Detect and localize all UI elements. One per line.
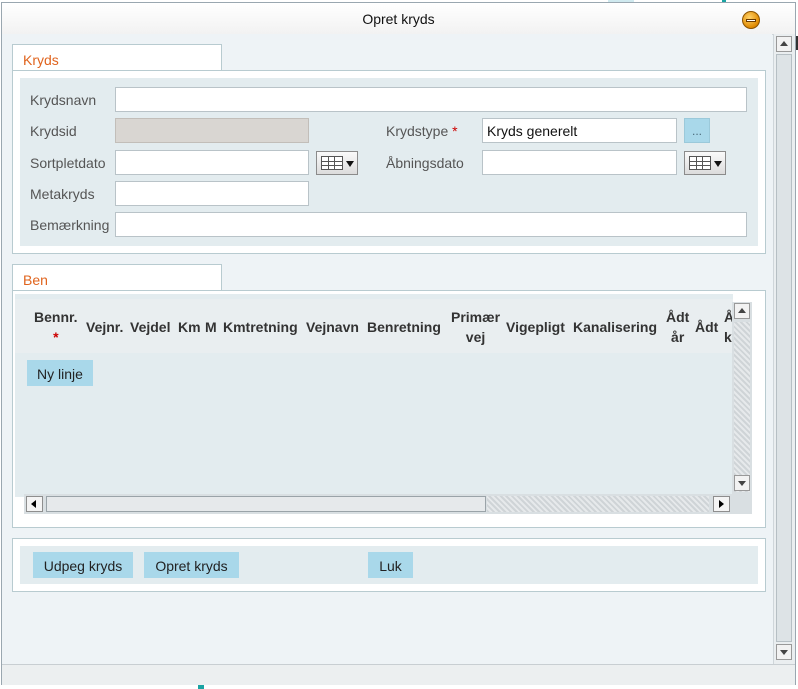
- krydstype-picker-button[interactable]: ...: [684, 118, 710, 143]
- grid-horizontal-thumb[interactable]: [46, 496, 486, 512]
- close-icon[interactable]: [742, 11, 760, 29]
- arrow-left-icon: [31, 500, 36, 508]
- bemaerkning-label: Bemærkning: [30, 217, 110, 233]
- column-header-adt[interactable]: Ådt: [695, 317, 718, 337]
- luk-button[interactable]: Luk: [368, 552, 413, 578]
- column-header-primaer-vej[interactable]: Primær vej: [451, 307, 500, 347]
- column-header-kanalisering[interactable]: Kanalisering: [573, 317, 657, 337]
- arrow-down-icon: [738, 481, 746, 486]
- calendar-icon: [321, 156, 343, 170]
- krydsid-label: Krydsid: [30, 123, 77, 139]
- dialog-vertical-scrollbar[interactable]: [773, 34, 795, 664]
- grid-scroll-track[interactable]: [734, 322, 750, 492]
- column-header-primaer-vej-line2: vej: [465, 329, 486, 345]
- krydstype-input[interactable]: [482, 118, 677, 143]
- column-header-vejnr[interactable]: Vejnr.: [86, 317, 123, 337]
- metakryds-label: Metakryds: [30, 186, 95, 202]
- grid-scroll-up-button[interactable]: [734, 303, 750, 319]
- scroll-down-button[interactable]: [776, 644, 792, 660]
- column-header-primaer-vej-line1: Primær: [451, 309, 501, 325]
- tab-kryds: Kryds: [12, 44, 222, 71]
- bemaerkning-input[interactable]: [115, 212, 747, 237]
- map-background-line: [198, 685, 204, 689]
- aabningsdato-calendar-button[interactable]: [684, 151, 726, 175]
- sortpletdato-calendar-button[interactable]: [316, 151, 358, 175]
- krydstype-label-text: Krydstype: [386, 123, 449, 139]
- tab-ben: Ben: [12, 264, 222, 291]
- sortpletdato-label: Sortpletdato: [30, 155, 106, 171]
- column-header-adt-aar-line1: Ådt: [666, 309, 690, 325]
- required-marker: *: [452, 123, 458, 139]
- sortpletdato-input[interactable]: [115, 150, 309, 175]
- column-header-bennr[interactable]: Bennr. *: [34, 307, 78, 347]
- column-header-partial-line2: k: [724, 329, 732, 345]
- arrow-right-icon: [719, 500, 724, 508]
- column-header-kmtretning[interactable]: Kmtretning: [223, 317, 298, 337]
- grid-scroll-right-button[interactable]: [713, 496, 730, 512]
- dialog-window: Opret kryds Kryds Krydsnavn Krydsid Kryd…: [1, 2, 796, 685]
- grid-horizontal-scrollbar[interactable]: [24, 494, 734, 514]
- status-bar: [2, 664, 795, 685]
- krydsid-input: [115, 118, 309, 143]
- calendar-icon: [689, 156, 711, 170]
- column-header-km[interactable]: Km: [178, 317, 201, 337]
- aabningsdato-input[interactable]: [482, 150, 677, 175]
- grid-vertical-scrollbar[interactable]: [732, 302, 752, 514]
- dropdown-arrow-icon: [714, 161, 722, 167]
- column-header-benretning[interactable]: Benretning: [367, 317, 441, 337]
- arrow-up-icon: [738, 308, 746, 313]
- arrow-up-icon: [780, 41, 788, 46]
- column-header-partial-line1: Å: [724, 309, 732, 325]
- udpeg-kryds-button[interactable]: Udpeg kryds: [33, 552, 133, 578]
- grid-scroll-left-button[interactable]: [26, 496, 43, 512]
- krydsnavn-input[interactable]: [115, 87, 747, 112]
- column-header-vigepligt[interactable]: Vigepligt: [506, 317, 565, 337]
- arrow-down-icon: [780, 650, 788, 655]
- dialog-content: Kryds Krydsnavn Krydsid Krydstype * ... …: [2, 34, 772, 664]
- grid-horizontal-track[interactable]: [487, 496, 709, 512]
- tab-kryds-label: Kryds: [23, 52, 59, 68]
- krydstype-label: Krydstype *: [386, 123, 458, 139]
- tab-ben-label: Ben: [23, 272, 48, 288]
- scroll-thumb[interactable]: [776, 54, 792, 642]
- dropdown-arrow-icon: [346, 161, 354, 167]
- aabningsdato-label: Åbningsdato: [386, 155, 464, 171]
- column-header-adt-aar-line2: år: [671, 329, 685, 345]
- scroll-up-button[interactable]: [776, 36, 792, 52]
- column-header-partial[interactable]: Å k: [724, 307, 732, 347]
- dialog-title: Opret kryds: [362, 11, 435, 27]
- grid-scroll-down-button[interactable]: [734, 475, 750, 491]
- new-line-button[interactable]: Ny linje: [27, 360, 93, 386]
- opret-kryds-button[interactable]: Opret kryds: [144, 552, 239, 578]
- column-header-vejdel[interactable]: Vejdel: [130, 317, 170, 337]
- krydsnavn-label: Krydsnavn: [30, 92, 97, 108]
- column-header-bennr-text: Bennr.: [34, 309, 78, 325]
- column-header-vejnavn[interactable]: Vejnavn: [306, 317, 359, 337]
- metakryds-input[interactable]: [115, 181, 309, 206]
- column-header-adt-aar[interactable]: Ådt år: [666, 307, 689, 347]
- column-header-m[interactable]: M: [205, 317, 217, 337]
- title-bar[interactable]: Opret kryds: [2, 3, 795, 35]
- required-marker: *: [53, 329, 59, 345]
